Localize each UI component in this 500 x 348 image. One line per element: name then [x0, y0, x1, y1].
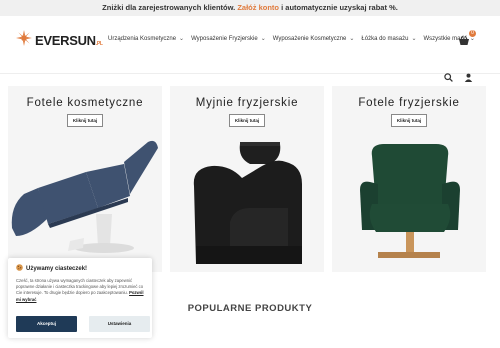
- chevron-down-icon: ⌄: [260, 36, 266, 42]
- category-title: Fotele kosmetyczne: [26, 97, 144, 109]
- brand-suffix: .PL: [95, 41, 103, 47]
- promo-text-after: i automatycznie uzyskaj rabat %.: [281, 3, 398, 12]
- cookie-description: Cześć, ta strona używa wymaganych ciaste…: [16, 278, 144, 302]
- chevron-down-icon: ⌄: [179, 36, 185, 42]
- cookie-icon: [16, 264, 26, 273]
- chevron-down-icon: ⌄: [411, 36, 417, 42]
- promo-bar: Zniżki dla zarejestrowanych klientów. Za…: [0, 0, 500, 16]
- nav-item-kosmetyczne[interactable]: Wyposażenie Kosmetyczne ⌄: [273, 35, 355, 43]
- search-button[interactable]: [444, 69, 453, 82]
- nav-item-lozka[interactable]: Łóżka do masażu ⌄: [361, 35, 417, 43]
- click-here-button[interactable]: Kliknij tutaj: [67, 114, 103, 127]
- cookie-consent-dialog: Używamy ciasteczek! Cześć, ta strona uży…: [8, 258, 152, 338]
- user-icon: [464, 73, 473, 82]
- nav-item-fryzjerskie[interactable]: Wyposażenie Fryzjerskie ⌄: [191, 35, 266, 43]
- accept-cookies-button[interactable]: Akceptuj: [16, 316, 77, 332]
- promo-text: Zniżki dla zarejestrowanych klientów.: [102, 3, 236, 12]
- category-tile-barber-chairs[interactable]: Fotele fryzjerskie Kliknij tutaj: [332, 86, 486, 272]
- category-tile-cosmetic-chairs[interactable]: Fotele kosmetyczne Kliknij tutaj: [8, 86, 162, 272]
- account-button[interactable]: [464, 69, 473, 82]
- category-title: Myjnie fryzjerskie: [195, 97, 299, 109]
- sun-icon: [16, 30, 32, 51]
- nav-item-urzadzenia[interactable]: Urządzenia Kosmetyczne ⌄: [108, 35, 185, 43]
- click-here-button[interactable]: Kliknij tutaj: [391, 114, 427, 127]
- cart-button[interactable]: 0: [458, 30, 476, 45]
- create-account-link[interactable]: Załóż konto: [237, 3, 279, 12]
- category-tile-hair-wash-units[interactable]: Myjnie fryzjerskie Kliknij tutaj: [170, 86, 324, 272]
- logo[interactable]: EVERSUN.PL: [16, 30, 103, 51]
- chevron-down-icon: ⌄: [349, 36, 355, 42]
- click-here-button[interactable]: Kliknij tutaj: [229, 114, 265, 127]
- brand-name: EVERSUN.PL: [35, 33, 103, 48]
- site-header: EVERSUN.PL Urządzenia Kosmetyczne ⌄ Wypos…: [0, 16, 500, 82]
- cart-count-badge: 0: [469, 30, 476, 37]
- category-title: Fotele fryzjerskie: [358, 97, 460, 109]
- basket-icon: [459, 35, 469, 45]
- search-icon: [444, 73, 453, 82]
- cookie-title: Używamy ciasteczek!: [16, 264, 144, 273]
- main-nav: Urządzenia Kosmetyczne ⌄ Wyposażenie Fryz…: [108, 35, 482, 43]
- cookie-settings-button[interactable]: Ustawienia: [89, 316, 150, 332]
